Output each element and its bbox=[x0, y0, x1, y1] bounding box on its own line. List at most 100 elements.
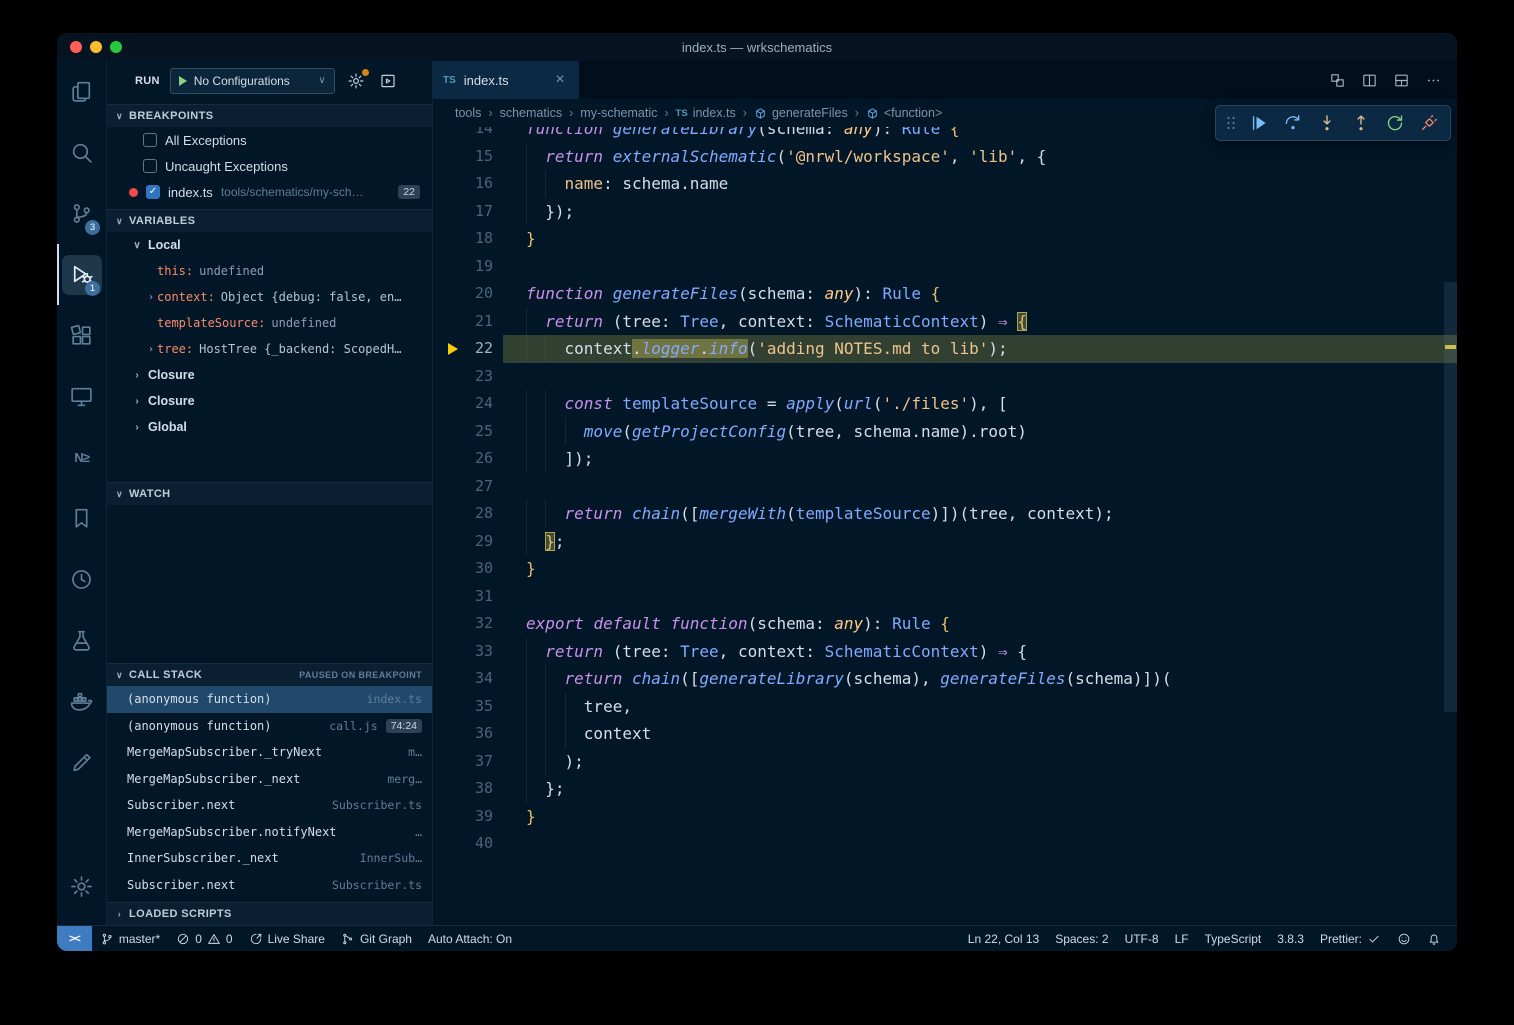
start-debug-icon[interactable] bbox=[179, 76, 187, 86]
line-number: 14 bbox=[459, 127, 493, 143]
breadcrumb-item-index-ts[interactable]: TSindex.ts bbox=[676, 106, 736, 120]
line-number: 24 bbox=[459, 390, 493, 418]
minimize-window-button[interactable] bbox=[90, 41, 102, 53]
status-git-graph[interactable]: Git Graph bbox=[333, 926, 420, 951]
activity-project-notes[interactable] bbox=[57, 732, 106, 793]
call-stack-frame[interactable]: InnerSubscriber._nextInnerSub… bbox=[107, 845, 432, 872]
status-live-share[interactable]: Live Share bbox=[241, 926, 333, 951]
activity-run-debug[interactable]: 1 bbox=[57, 244, 106, 305]
open-changes-button[interactable] bbox=[1327, 70, 1347, 90]
call-stack-section: ∨ CALL STACK PAUSED ON BREAKPOINT (anony… bbox=[107, 659, 432, 898]
breakpoint-label: Uncaught Exceptions bbox=[165, 159, 288, 174]
breadcrumb-item-tools[interactable]: tools bbox=[455, 106, 481, 120]
line-number: 37 bbox=[459, 748, 493, 776]
vscode-window: index.ts — wrkschematics 31N≥ RUN No Con… bbox=[57, 33, 1457, 951]
toggle-layout-button[interactable] bbox=[1391, 70, 1411, 90]
activity-bookmarks[interactable] bbox=[57, 488, 106, 549]
call-stack-frame[interactable]: MergeMapSubscriber._tryNextm… bbox=[107, 739, 432, 766]
launch-config-dropdown[interactable]: No Configurations ∨ bbox=[170, 68, 335, 94]
code-editor[interactable]: 14function generateLibrary(schema: any):… bbox=[433, 127, 1457, 925]
variables-scope-local[interactable]: ∨Local bbox=[107, 232, 432, 258]
code-line-29: 29 }; bbox=[433, 528, 1457, 556]
variable-row[interactable]: ›tree:HostTree {_backend: ScopedH… bbox=[107, 336, 432, 362]
breadcrumb-item-generatefiles[interactable]: generateFiles bbox=[754, 106, 848, 120]
variable-row[interactable]: ›context:Object {debug: false, en… bbox=[107, 284, 432, 310]
status-language[interactable]: TypeScript bbox=[1197, 926, 1270, 951]
breadcrumb-item-schematics[interactable]: schematics bbox=[500, 106, 563, 120]
breakpoint-row[interactable]: index.tstools/schematics/my-sch…22 bbox=[107, 179, 432, 205]
call-stack-frame[interactable]: MergeMapSubscriber._nextmerg… bbox=[107, 766, 432, 793]
variables-header[interactable]: ∨ VARIABLES bbox=[107, 209, 432, 232]
status-encoding[interactable]: UTF-8 bbox=[1117, 926, 1167, 951]
status-feedback[interactable] bbox=[1389, 926, 1419, 951]
zoom-window-button[interactable] bbox=[110, 41, 122, 53]
status-indentation[interactable]: Spaces: 2 bbox=[1047, 926, 1116, 951]
status-eol[interactable]: LF bbox=[1167, 926, 1197, 951]
continue-button[interactable] bbox=[1242, 108, 1276, 138]
close-tab-icon[interactable] bbox=[551, 71, 569, 89]
step-into-button[interactable] bbox=[1310, 108, 1344, 138]
status-remote[interactable]: >< bbox=[57, 926, 92, 951]
status-cursor-position[interactable]: Ln 22, Col 13 bbox=[960, 926, 1047, 951]
activity-source-control[interactable]: 3 bbox=[57, 183, 106, 244]
loaded-scripts-header[interactable]: › LOADED SCRIPTS bbox=[107, 902, 432, 925]
bookmarks-icon bbox=[69, 506, 94, 531]
line-number: 16 bbox=[459, 170, 493, 198]
more-actions-button[interactable] bbox=[1423, 70, 1443, 90]
split-editor-button[interactable] bbox=[1359, 70, 1379, 90]
breakpoint-row[interactable]: All Exceptions bbox=[107, 127, 432, 153]
variable-row[interactable]: this:undefined bbox=[107, 258, 432, 284]
variable-row[interactable]: templateSource:undefined bbox=[107, 310, 432, 336]
step-over-button[interactable] bbox=[1276, 108, 1310, 138]
window-title: index.ts — wrkschematics bbox=[682, 40, 832, 55]
frame-name: (anonymous function) bbox=[127, 719, 321, 733]
status-notifications[interactable] bbox=[1419, 926, 1449, 951]
explorer-icon bbox=[69, 79, 94, 104]
breakpoint-row[interactable]: Uncaught Exceptions bbox=[107, 153, 432, 179]
tab-index-ts[interactable]: TS index.ts bbox=[433, 61, 579, 99]
close-window-button[interactable] bbox=[70, 41, 82, 53]
variables-scope-closure[interactable]: ›Closure bbox=[107, 362, 432, 388]
breakpoint-checkbox[interactable] bbox=[143, 159, 157, 173]
activity-remote-explorer[interactable] bbox=[57, 366, 106, 427]
breadcrumb-item-function[interactable]: <function> bbox=[866, 106, 942, 120]
activity-settings[interactable] bbox=[57, 856, 106, 917]
step-out-button[interactable] bbox=[1344, 108, 1378, 138]
frame-name: InnerSubscriber._next bbox=[127, 851, 352, 865]
breakpoint-checkbox[interactable] bbox=[143, 133, 157, 147]
breadcrumb-item-my-schematic[interactable]: my-schematic bbox=[580, 106, 657, 120]
status-problems[interactable]: 00 bbox=[168, 926, 240, 951]
status-auto-attach[interactable]: Auto Attach: On bbox=[420, 926, 520, 951]
watch-header[interactable]: ∨ WATCH bbox=[107, 482, 432, 505]
call-stack-header[interactable]: ∨ CALL STACK PAUSED ON BREAKPOINT bbox=[107, 663, 432, 686]
activity-time-tracker[interactable] bbox=[57, 549, 106, 610]
activity-search[interactable] bbox=[57, 122, 106, 183]
restart-button[interactable] bbox=[1378, 108, 1412, 138]
activity-testing[interactable] bbox=[57, 610, 106, 671]
status-prettier[interactable]: Prettier: bbox=[1312, 926, 1389, 951]
breakpoint-checkbox[interactable] bbox=[146, 185, 160, 199]
activity-nx-console[interactable]: N≥ bbox=[57, 427, 106, 488]
status-git-branch[interactable]: master* bbox=[92, 926, 168, 951]
title-bar[interactable]: index.ts — wrkschematics bbox=[57, 33, 1457, 61]
remote-glyph-icon: >< bbox=[69, 933, 80, 945]
status-ts-version[interactable]: 3.8.3 bbox=[1269, 926, 1312, 951]
call-stack-frame[interactable]: Subscriber.nextSubscriber.ts bbox=[107, 792, 432, 819]
frame-name: MergeMapSubscriber.notifyNext bbox=[127, 825, 407, 839]
call-stack-frame[interactable]: (anonymous function)index.ts bbox=[107, 686, 432, 713]
call-stack-frame[interactable]: Subscriber.nextSubscriber.ts bbox=[107, 872, 432, 899]
activity-extensions[interactable] bbox=[57, 305, 106, 366]
watch-title: WATCH bbox=[129, 488, 171, 500]
call-stack-frame[interactable]: (anonymous function)call.js74:24 bbox=[107, 713, 432, 740]
configure-launch-gear-button[interactable] bbox=[345, 70, 367, 92]
variables-scope-global[interactable]: ›Global bbox=[107, 414, 432, 440]
drag-handle-button[interactable] bbox=[1220, 108, 1242, 138]
activity-explorer[interactable] bbox=[57, 61, 106, 122]
breakpoints-header[interactable]: ∨ BREAKPOINTS bbox=[107, 104, 432, 127]
debug-console-button[interactable] bbox=[377, 70, 399, 92]
variables-scope-closure[interactable]: ›Closure bbox=[107, 388, 432, 414]
activity-docker[interactable] bbox=[57, 671, 106, 732]
call-stack-frame[interactable]: MergeMapSubscriber.notifyNext… bbox=[107, 819, 432, 846]
frame-location: Subscriber.ts bbox=[332, 798, 422, 812]
disconnect-button[interactable] bbox=[1412, 108, 1446, 138]
